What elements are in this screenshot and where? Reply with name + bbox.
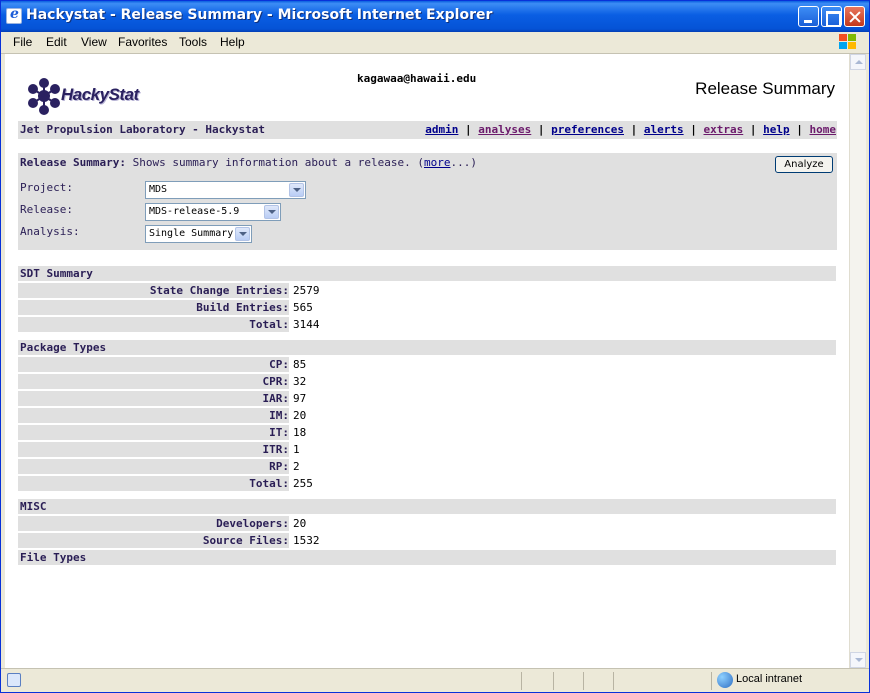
row-value: 18: [293, 426, 307, 439]
row-label: Build Entries:: [18, 300, 289, 315]
nav-link-home[interactable]: home: [810, 123, 837, 136]
row-label: Total:: [18, 317, 289, 332]
status-bar: Local intranet: [1, 668, 869, 692]
nav-link-extras[interactable]: extras: [704, 123, 744, 136]
form-description-text: Shows summary information about a releas…: [125, 156, 424, 169]
row-label: CPR:: [18, 374, 289, 389]
row-label: IM:: [18, 408, 289, 423]
row-label: State Change Entries:: [18, 283, 289, 298]
title-bar[interactable]: Hackystat - Release Summary - Microsoft …: [1, 1, 869, 32]
chevron-down-icon[interactable]: [289, 183, 304, 197]
user-email: kagawaa@hawaii.edu: [357, 72, 477, 85]
chevron-down-icon[interactable]: [264, 205, 279, 219]
row-value: 1: [293, 443, 300, 456]
row-value: 255: [293, 477, 313, 490]
more-suffix: ...): [450, 156, 477, 169]
analyze-button[interactable]: Analyze: [775, 156, 833, 173]
menu-view[interactable]: View: [81, 35, 107, 49]
nav-separator: |: [537, 123, 545, 136]
hackystat-logo[interactable]: HackyStat: [24, 75, 164, 117]
form-description: Release Summary: Shows summary informati…: [20, 156, 477, 169]
row-value: 20: [293, 409, 307, 422]
project-select-value: MDS: [149, 184, 168, 195]
nav-separator: |: [630, 123, 638, 136]
analysis-form: Release Summary: Shows summary informati…: [18, 153, 837, 250]
close-button[interactable]: [844, 6, 865, 27]
section-package-types: Package Types: [18, 340, 836, 355]
status-divider: [583, 672, 584, 690]
menu-file[interactable]: File: [13, 35, 32, 49]
row-value: 2: [293, 460, 300, 473]
section-file-types: File Types: [18, 550, 836, 565]
chevron-down-icon[interactable]: [235, 227, 250, 241]
logo-text: HackyStat: [61, 85, 139, 104]
minimize-button[interactable]: [798, 6, 819, 27]
form-title: Release Summary:: [20, 156, 126, 169]
analysis-select[interactable]: Single Summary: [145, 225, 252, 243]
section-misc: MISC: [18, 499, 836, 514]
release-select-value: MDS-release-5.9: [149, 206, 240, 217]
local-intranet-icon: [717, 672, 733, 688]
ie-window: Hackystat - Release Summary - Microsoft …: [0, 0, 870, 693]
ie-icon: [6, 6, 22, 24]
row-value: 20: [293, 517, 307, 530]
analysis-select-value: Single Summary: [149, 228, 234, 239]
row-label: IAR:: [18, 391, 289, 406]
scroll-up-icon[interactable]: [850, 54, 866, 70]
nav-link-admin[interactable]: admin: [425, 123, 458, 136]
nav-separator: |: [465, 123, 472, 136]
organization-name: Jet Propulsion Laboratory - Hackystat: [20, 123, 266, 136]
nav-bar: Jet Propulsion Laboratory - Hackystat ad…: [18, 121, 837, 139]
maximize-button[interactable]: [821, 6, 842, 27]
status-divider: [711, 672, 712, 690]
menu-tools[interactable]: Tools: [179, 35, 207, 49]
row-value: 85: [293, 358, 307, 371]
status-divider: [613, 672, 614, 690]
project-label: Project:: [20, 181, 73, 194]
nav-separator: |: [796, 123, 803, 136]
windows-logo-icon: [837, 33, 857, 51]
nav-separator: |: [749, 123, 757, 136]
analysis-label: Analysis:: [20, 225, 80, 238]
row-value: 1532: [293, 534, 320, 547]
project-select[interactable]: MDS: [145, 181, 306, 199]
row-label: Source Files:: [18, 533, 289, 548]
status-divider: [521, 672, 522, 690]
row-label: CP:: [18, 357, 289, 372]
browser-viewport: HackyStat kagawaa@hawaii.edu Release Sum…: [5, 54, 849, 668]
row-label: Total:: [18, 476, 289, 491]
release-select[interactable]: MDS-release-5.9: [145, 203, 281, 221]
section-sdt-summary: SDT Summary: [18, 266, 836, 281]
page-title: Release Summary: [695, 79, 835, 98]
nav-link-preferences[interactable]: preferences: [551, 123, 624, 136]
security-zone-label: Local intranet: [736, 673, 803, 685]
release-label: Release:: [20, 203, 73, 216]
menu-edit[interactable]: Edit: [46, 35, 67, 49]
row-value: 2579: [293, 284, 320, 297]
menu-favorites[interactable]: Favorites: [118, 35, 167, 49]
vertical-scrollbar[interactable]: [849, 54, 866, 668]
nav-link-analyses[interactable]: analyses: [478, 123, 531, 136]
menu-bar: File Edit View Favorites Tools Help: [1, 32, 869, 54]
row-label: IT:: [18, 425, 289, 440]
nav-links: admin | analyses | preferences | alerts …: [425, 123, 836, 136]
menu-help[interactable]: Help: [220, 35, 245, 49]
more-link[interactable]: more: [424, 156, 451, 169]
status-divider: [553, 672, 554, 690]
nav-link-alerts[interactable]: alerts: [644, 123, 684, 136]
nav-link-help[interactable]: help: [763, 123, 790, 136]
page: HackyStat kagawaa@hawaii.edu Release Sum…: [5, 54, 849, 668]
row-value: 565: [293, 301, 313, 314]
row-label: ITR:: [18, 442, 289, 457]
row-value: 3144: [293, 318, 320, 331]
row-value: 32: [293, 375, 307, 388]
nav-separator: |: [690, 123, 697, 136]
scroll-down-icon[interactable]: [850, 652, 866, 668]
row-label: Developers:: [18, 516, 289, 531]
row-value: 97: [293, 392, 307, 405]
window-title: Hackystat - Release Summary - Microsoft …: [26, 7, 493, 23]
hackystat-logo-icon: [28, 78, 60, 115]
page-status-icon: [7, 673, 21, 687]
row-label: RP:: [18, 459, 289, 474]
